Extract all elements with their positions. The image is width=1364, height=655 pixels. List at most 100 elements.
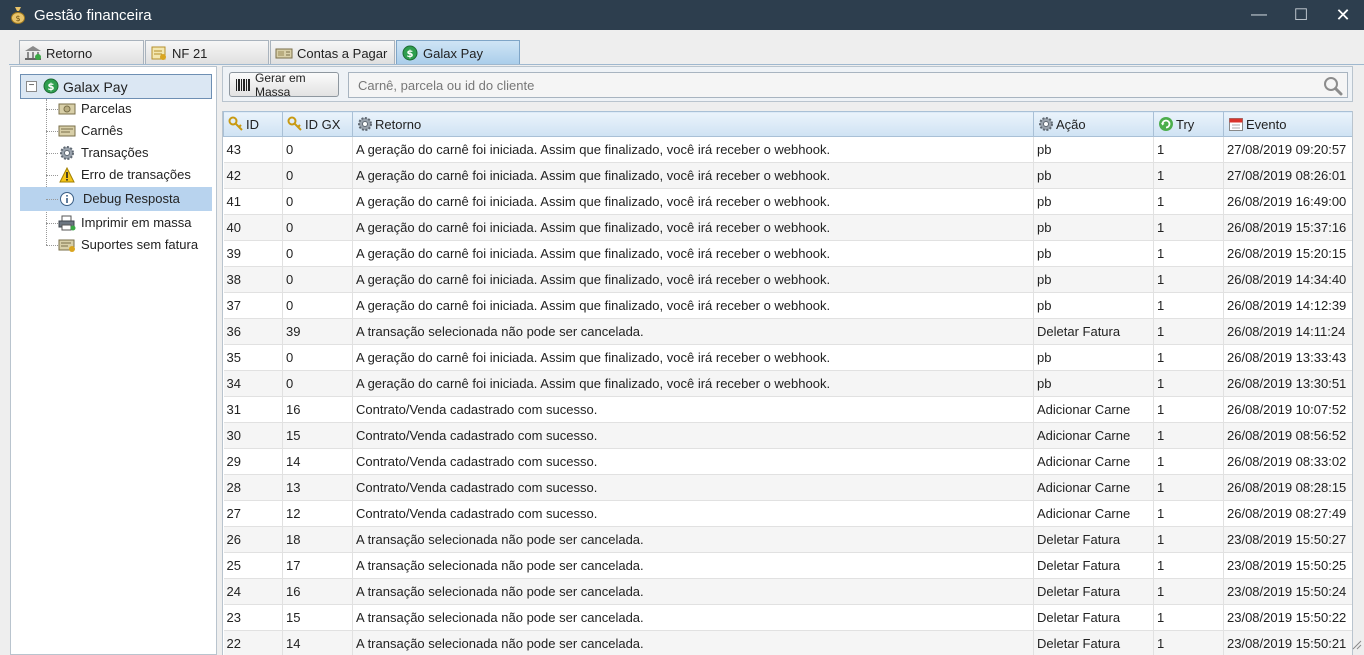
- cell-retorno: A transação selecionada não pode ser can…: [352, 630, 1034, 655]
- cell-id: 23: [223, 604, 283, 631]
- refresh-icon: [1157, 115, 1175, 133]
- cell-acao: Deletar Fatura: [1033, 604, 1154, 631]
- table-row[interactable]: 39 0 A geração do carnê foi iniciada. Assi…: [223, 240, 1352, 267]
- maximize-button[interactable]: ☐: [1280, 0, 1322, 30]
- column-header-id-gx[interactable]: ID GX: [282, 111, 353, 137]
- sidebar-item-label: Transações: [81, 145, 149, 160]
- column-header-label: Evento: [1246, 116, 1287, 132]
- cell-acao: pb: [1033, 370, 1154, 397]
- table-row[interactable]: 34 0 A geração do carnê foi iniciada. Assi…: [223, 370, 1352, 397]
- table-row[interactable]: 25 17 A transação selecionada não pode ser…: [223, 552, 1352, 579]
- tree-root-galax-pay[interactable]: − $ Galax Pay: [20, 74, 212, 99]
- cell-id-gx: 16: [282, 578, 353, 605]
- tab-contas-a-pagar[interactable]: Contas a Pagar: [270, 40, 395, 65]
- gear-icon: [58, 145, 76, 161]
- column-header-retorno[interactable]: Retorno: [352, 111, 1034, 137]
- minimize-button[interactable]: —: [1238, 0, 1280, 30]
- cell-id-gx: 0: [282, 162, 353, 189]
- search-icon[interactable]: [1323, 76, 1343, 99]
- cell-evento: 26/08/2019 08:27:49: [1223, 500, 1352, 527]
- table-row[interactable]: 27 12 Contrato/Venda cadastrado com sucess…: [223, 500, 1352, 527]
- cell-evento: 26/08/2019 16:49:00: [1223, 188, 1352, 215]
- column-header-evento[interactable]: Evento: [1223, 111, 1352, 137]
- money-icon: [58, 101, 76, 117]
- key-icon: [286, 115, 304, 133]
- table-row[interactable]: 31 16 Contrato/Venda cadastrado com sucess…: [223, 396, 1352, 423]
- column-header-try[interactable]: Try: [1153, 111, 1224, 137]
- cell-evento: 26/08/2019 13:30:51: [1223, 370, 1352, 397]
- cell-retorno: A geração do carnê foi iniciada. Assim q…: [352, 188, 1034, 215]
- cell-acao: pb: [1033, 136, 1154, 163]
- sidebar-item-debug-resposta[interactable]: Debug Resposta: [20, 187, 212, 211]
- table-row[interactable]: 36 39 A transação selecionada não pode ser…: [223, 318, 1352, 345]
- cell-retorno: Contrato/Venda cadastrado com sucesso.: [352, 474, 1034, 501]
- table-row[interactable]: 35 0 A geração do carnê foi iniciada. Assi…: [223, 344, 1352, 371]
- cell-retorno: A geração do carnê foi iniciada. Assim q…: [352, 292, 1034, 319]
- cell-try: 1: [1153, 474, 1224, 501]
- printer-icon: [58, 215, 76, 231]
- cell-evento: 23/08/2019 15:50:21: [1223, 630, 1352, 655]
- cell-acao: Adicionar Carne: [1033, 396, 1154, 423]
- cell-id: 34: [223, 370, 283, 397]
- collapse-toggle[interactable]: −: [26, 81, 37, 92]
- table-row[interactable]: 42 0 A geração do carnê foi iniciada. Assi…: [223, 162, 1352, 189]
- cell-retorno: Contrato/Venda cadastrado com sucesso.: [352, 396, 1034, 423]
- cell-id: 41: [223, 188, 283, 215]
- cell-retorno: Contrato/Venda cadastrado com sucesso.: [352, 422, 1034, 449]
- dollar-circle-icon: $: [401, 45, 419, 61]
- cell-id-gx: 15: [282, 422, 353, 449]
- table-row[interactable]: 43 0 A geração do carnê foi iniciada. Assi…: [223, 136, 1352, 163]
- cell-id-gx: 0: [282, 344, 353, 371]
- money-bag-icon: $: [8, 5, 28, 25]
- gerar-em-massa-button[interactable]: Gerar em Massa: [229, 70, 339, 99]
- cell-evento: 26/08/2019 14:11:24: [1223, 318, 1352, 345]
- column-header-label: Retorno: [375, 116, 422, 132]
- search-input[interactable]: [349, 73, 1309, 97]
- debug-response-table: ID ID GX Retorno Ação Try Evento 43 0 A …: [222, 111, 1353, 655]
- support-icon: [58, 237, 76, 253]
- table-row[interactable]: 29 14 Contrato/Venda cadastrado com sucess…: [223, 448, 1352, 475]
- cell-try: 1: [1153, 292, 1224, 319]
- search-box: [348, 72, 1348, 98]
- sidebar-item-transacoes[interactable]: Transações: [20, 142, 212, 164]
- window-title: Gestão financeira: [34, 6, 152, 24]
- cell-id-gx: 14: [282, 630, 353, 655]
- sidebar-item-parcelas[interactable]: Parcelas: [20, 98, 212, 120]
- cell-id: 25: [223, 552, 283, 579]
- cell-acao: pb: [1033, 344, 1154, 371]
- cell-id: 43: [223, 136, 283, 163]
- tab-galax-pay[interactable]: $ Galax Pay: [396, 40, 520, 65]
- table-row[interactable]: 40 0 A geração do carnê foi iniciada. Assi…: [223, 214, 1352, 241]
- table-row[interactable]: 24 16 A transação selecionada não pode ser…: [223, 578, 1352, 605]
- sidebar-item-imprimir-em-massa[interactable]: Imprimir em massa: [20, 212, 212, 234]
- table-row[interactable]: 41 0 A geração do carnê foi iniciada. Assi…: [223, 188, 1352, 215]
- barcode-icon: [235, 78, 251, 92]
- sidebar-item-carnes[interactable]: Carnês: [20, 120, 212, 142]
- cell-id-gx: 0: [282, 188, 353, 215]
- gerar-em-massa-label: Gerar em Massa: [255, 70, 306, 99]
- cell-try: 1: [1153, 526, 1224, 553]
- column-header-id[interactable]: ID: [223, 111, 283, 137]
- table-row[interactable]: 23 15 A transação selecionada não pode ser…: [223, 604, 1352, 631]
- table-row[interactable]: 38 0 A geração do carnê foi iniciada. Assi…: [223, 266, 1352, 293]
- cell-id-gx: 18: [282, 526, 353, 553]
- cell-retorno: A transação selecionada não pode ser can…: [352, 318, 1034, 345]
- cell-id-gx: 0: [282, 292, 353, 319]
- sidebar-item-suportes-sem-fatura[interactable]: Suportes sem fatura: [20, 234, 212, 256]
- table-row[interactable]: 28 13 Contrato/Venda cadastrado com sucess…: [223, 474, 1352, 501]
- sidebar-item-erro-de-transacoes[interactable]: Erro de transações: [20, 164, 212, 186]
- cell-retorno: A geração do carnê foi iniciada. Assim q…: [352, 266, 1034, 293]
- close-button[interactable]: ✕: [1322, 0, 1364, 30]
- tab-retorno[interactable]: Retorno: [19, 40, 144, 65]
- column-header-acao[interactable]: Ação: [1033, 111, 1154, 137]
- resize-grip-icon[interactable]: [1350, 638, 1362, 653]
- table-row[interactable]: 26 18 A transação selecionada não pode ser…: [223, 526, 1352, 553]
- cell-acao: pb: [1033, 292, 1154, 319]
- tab-nf21[interactable]: NF 21: [145, 40, 269, 65]
- cell-acao: pb: [1033, 266, 1154, 293]
- table-row[interactable]: 22 14 A transação selecionada não pode ser…: [223, 630, 1352, 655]
- table-row[interactable]: 30 15 Contrato/Venda cadastrado com sucess…: [223, 422, 1352, 449]
- cell-acao: Deletar Fatura: [1033, 526, 1154, 553]
- table-row[interactable]: 37 0 A geração do carnê foi iniciada. Assi…: [223, 292, 1352, 319]
- cell-acao: Adicionar Carne: [1033, 422, 1154, 449]
